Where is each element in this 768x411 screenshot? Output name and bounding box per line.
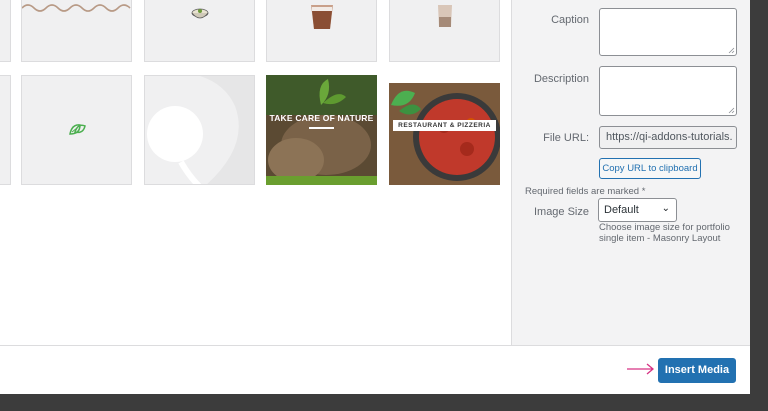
media-frame-toolbar: Insert Media	[0, 345, 750, 394]
image-size-label: Image Size	[533, 206, 589, 218]
media-item-wave[interactable]	[21, 0, 132, 62]
required-fields-note: Required fields are marked *	[525, 186, 646, 197]
arrow-right-icon	[627, 363, 655, 375]
insert-media-button[interactable]: Insert Media	[658, 358, 736, 383]
pizzeria-title: RESTAURANT & PIZZERIA	[393, 120, 496, 131]
media-item-leaf[interactable]	[21, 75, 132, 185]
media-item-placeholder[interactable]	[144, 75, 255, 185]
bowl-image	[191, 8, 209, 19]
image-size-select[interactable]: Default ⌄	[598, 198, 677, 222]
description-label: Description	[533, 73, 589, 85]
description-textarea[interactable]	[599, 66, 737, 116]
caption-label: Caption	[551, 14, 589, 26]
leaf-logo-image	[69, 124, 86, 135]
file-url-label: File URL:	[543, 132, 589, 144]
chevron-down-icon: ⌄	[661, 203, 670, 214]
media-item-pizzeria[interactable]: RESTAURANT & PIZZERIA	[389, 75, 500, 185]
media-item-partial[interactable]	[0, 75, 11, 185]
copy-url-button[interactable]: Copy URL to clipboard	[599, 158, 701, 179]
wave-image	[22, 4, 131, 12]
image-size-hint: Choose image size for portfolio single i…	[599, 222, 730, 244]
latte-image	[438, 5, 452, 27]
file-url-field[interactable]: https://qi-addons-tutorials.	[599, 126, 737, 149]
media-item-coffee[interactable]	[266, 0, 377, 62]
media-grid: TAKE CARE OF NATURE RESTAURANT & PIZZERI…	[0, 0, 511, 345]
resize-grip-icon[interactable]	[728, 47, 735, 54]
media-item-nature[interactable]: TAKE CARE OF NATURE	[266, 75, 377, 185]
caption-textarea[interactable]	[599, 8, 737, 56]
nature-title: TAKE CARE OF NATURE	[269, 113, 374, 123]
image-size-value: Default	[604, 204, 639, 216]
resize-grip-icon[interactable]	[728, 107, 735, 114]
media-item-partial[interactable]	[0, 0, 11, 62]
media-item-bowl[interactable]	[144, 0, 255, 62]
coffee-image	[311, 5, 333, 29]
nature-underline	[309, 127, 334, 129]
attachment-details-sidebar: Caption Description File URL: https://qi…	[511, 0, 750, 345]
placeholder-shape-image	[147, 76, 254, 184]
media-item-latte[interactable]	[389, 0, 500, 62]
media-modal: TAKE CARE OF NATURE RESTAURANT & PIZZERI…	[0, 0, 750, 394]
nature-image	[266, 75, 377, 185]
